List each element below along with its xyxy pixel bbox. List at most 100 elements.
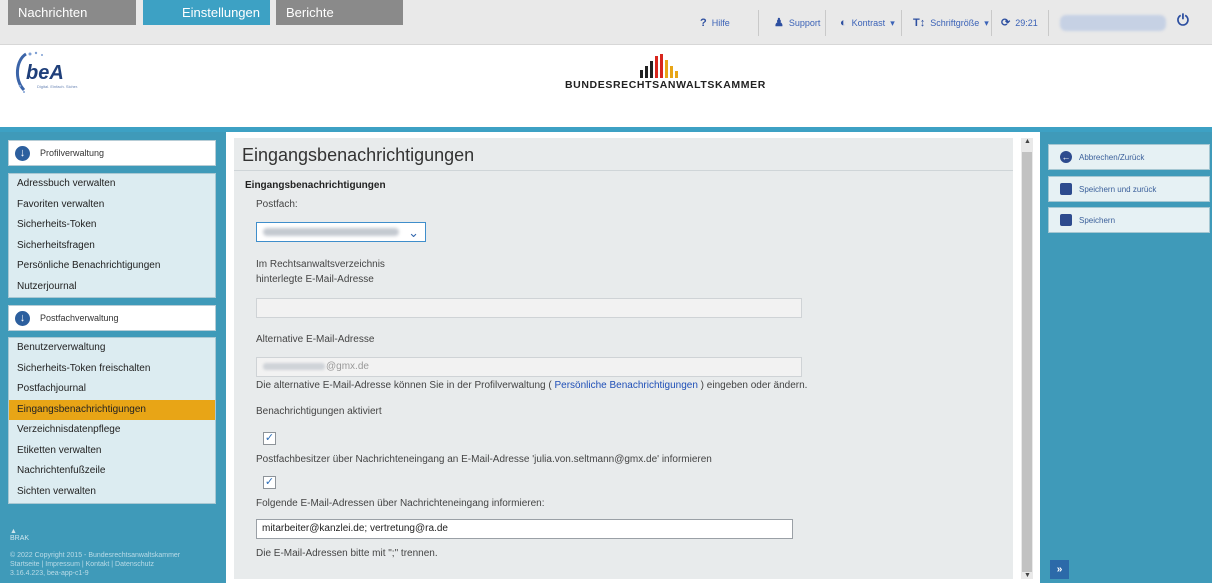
footer-links[interactable]: Startseite | Impressum | Kontakt | Daten…: [10, 560, 225, 569]
contrast-label: Kontrast: [851, 18, 886, 28]
scroll-down-icon[interactable]: ▼: [1024, 572, 1031, 579]
tab-einstellungen[interactable]: Einstellungen: [143, 0, 270, 25]
arrow-left-icon: ←: [1060, 151, 1072, 163]
sidebar-item-sicherheits-token[interactable]: Sicherheits-Token: [9, 215, 215, 236]
page-title: Eingangsbenachrichtigungen: [242, 145, 475, 165]
save-icon: [1060, 183, 1072, 195]
alt-email-domain: @gmx.de: [326, 361, 369, 372]
group-title: Profilverwaltung: [40, 148, 105, 158]
alt-email-hint: Die alternative E-Mail-Adresse können Si…: [256, 380, 807, 391]
support-icon: ♟: [774, 16, 784, 29]
group-header-postfachverwaltung[interactable]: ↓ Postfachverwaltung: [8, 305, 216, 331]
divider: [901, 10, 902, 36]
save-and-back-button[interactable]: Speichern und zurück: [1048, 176, 1210, 202]
sidebar-item-favoriten[interactable]: Favoriten verwalten: [9, 195, 215, 216]
bea-logo-subtitle: Digital. Einfach. Sicher.: [37, 84, 79, 89]
support-button[interactable]: ♟ Support: [774, 14, 820, 32]
personal-notifications-link[interactable]: Persönliche Benachrichtigungen: [554, 380, 697, 391]
sidebar-item-benutzerverwaltung[interactable]: Benutzerverwaltung: [9, 338, 215, 359]
chamber-name: BUNDESRECHTSANWALTSKAMMER: [565, 79, 766, 91]
sidebar-item-postfachjournal[interactable]: Postfachjournal: [9, 379, 215, 400]
save-and-back-label: Speichern und zurück: [1079, 184, 1157, 194]
tab-label: Einstellungen: [181, 5, 260, 20]
mailbox-selected-value: [263, 228, 399, 236]
tab-berichte[interactable]: Berichte: [276, 0, 403, 25]
recipients-hint: Die E-Mail-Adressen bitte mit ";" trenne…: [256, 548, 438, 559]
sidebar-item-token-freischalten[interactable]: Sicherheits-Token freischalten: [9, 359, 215, 380]
registry-email-field: [256, 298, 802, 318]
font-size-icon: T↕: [913, 16, 926, 29]
save-button[interactable]: Speichern: [1048, 207, 1210, 233]
brak-small-logo-mark: ▲: [10, 528, 17, 535]
contrast-icon: ◐: [840, 16, 847, 29]
group-list-profilverwaltung: Adressbuch verwalten Favoriten verwalten…: [8, 173, 216, 298]
sidebar-item-sichten[interactable]: Sichten verwalten: [9, 482, 215, 503]
registry-email-label-2: hinterlegte E-Mail-Adresse: [256, 274, 374, 285]
owner-notify-checkbox[interactable]: ✓: [263, 432, 276, 445]
brak-logo: BUNDESRECHTSANWALTSKAMMER: [565, 52, 766, 92]
session-timer: 29:21: [1015, 18, 1038, 28]
copyright: © 2022 Copyright 2015 - Bundesrechtsanwa…: [10, 552, 181, 559]
chevron-down-icon: ⌄: [408, 225, 419, 240]
hint-text: ) eingeben oder ändern.: [697, 380, 808, 391]
recipients-input[interactable]: mitarbeiter@kanzlei.de; vertretung@ra.de: [256, 519, 793, 539]
tab-label: Nachrichten: [18, 5, 88, 20]
save-label: Speichern: [1079, 215, 1116, 225]
power-icon[interactable]: ⏻: [1177, 12, 1189, 29]
help-button[interactable]: ? Hilfe: [700, 14, 730, 32]
divider: [758, 10, 759, 36]
brak-small-logo-text: BRAK: [10, 535, 30, 542]
version: 3.16.4.223, bea-app-c1-9: [10, 570, 89, 577]
back-button[interactable]: ← Abbrechen/Zurück: [1048, 144, 1210, 170]
hint-text: Die alternative E-Mail-Adresse können Si…: [256, 380, 555, 391]
session-refresh-button[interactable]: ⟳ 29:21: [1001, 14, 1038, 32]
contrast-button[interactable]: ◐ Kontrast ▾: [840, 14, 895, 32]
font-size-label: Schriftgröße: [930, 18, 980, 28]
recipients-label: Folgende E-Mail-Adressen über Nachrichte…: [256, 498, 545, 509]
registry-email-label: Im Rechtsanwaltsverzeichnis: [256, 259, 385, 270]
notifications-label: Benachrichtigungen aktiviert: [256, 406, 382, 417]
arrow-down-icon: ↓: [15, 310, 30, 326]
owner-notify-text: Postfachbesitzer über Nachrichteneingang…: [256, 454, 712, 465]
sidebar-item-eingangsbenachrichtigungen[interactable]: Eingangsbenachrichtigungen: [9, 399, 215, 420]
chevron-down-icon: ▾: [984, 17, 989, 28]
mailbox-select[interactable]: ⌄: [256, 222, 426, 242]
sidebar-item-adressbuch[interactable]: Adressbuch verwalten: [9, 174, 215, 195]
expand-panel-button[interactable]: »: [1050, 560, 1069, 579]
group-list-postfachverwaltung: Benutzerverwaltung Sicherheits-Token fre…: [8, 337, 216, 504]
arrow-down-icon: ↓: [15, 145, 30, 161]
back-label: Abbrechen/Zurück: [1079, 152, 1145, 162]
divider: [1048, 10, 1049, 36]
sidebar-item-persoenliche-benachrichtigungen[interactable]: Persönliche Benachrichtigungen: [9, 256, 215, 277]
scroll-up-icon[interactable]: ▲: [1024, 138, 1031, 145]
user-name: [1060, 15, 1166, 31]
sidebar-item-etiketten[interactable]: Etiketten verwalten: [9, 441, 215, 462]
alt-email-field: @gmx.de: [256, 357, 802, 377]
divider: [825, 10, 826, 36]
save-icon: [1060, 214, 1072, 226]
divider: [991, 10, 992, 36]
scrollbar-thumb[interactable]: [1022, 152, 1032, 572]
footer: © 2022 Copyright 2015 - Bundesrechtsanwa…: [10, 551, 225, 578]
brak-logo-bars: [640, 54, 678, 78]
brak-small-logo: ▲ BRAK: [10, 528, 29, 542]
section-title: Eingangsbenachrichtigungen: [245, 180, 386, 191]
recipients-checkbox[interactable]: ✓: [263, 476, 276, 489]
help-label: Hilfe: [711, 18, 730, 28]
sidebar-item-sicherheitsfragen[interactable]: Sicherheitsfragen: [9, 236, 215, 257]
sidebar-item-nachrichtenfusszeile[interactable]: Nachrichtenfußzeile: [9, 461, 215, 482]
help-icon: ?: [700, 16, 707, 29]
alt-email-redacted: [263, 362, 325, 370]
chevron-down-icon: ▾: [890, 17, 895, 28]
support-label: Support: [788, 18, 821, 28]
tab-nachrichten[interactable]: Nachrichten: [8, 0, 136, 25]
sidebar: ↓ Profilverwaltung Adressbuch verwalten …: [0, 132, 226, 583]
alt-email-label: Alternative E-Mail-Adresse: [256, 334, 375, 345]
content-panel: Eingangsbenachrichtigungen Eingangsbenac…: [234, 138, 1013, 579]
sidebar-item-nutzerjournal[interactable]: Nutzerjournal: [9, 277, 215, 298]
sidebar-item-verzeichnisdatenpflege[interactable]: Verzeichnisdatenpflege: [9, 420, 215, 441]
group-header-profilverwaltung[interactable]: ↓ Profilverwaltung: [8, 140, 216, 166]
font-size-button[interactable]: T↕ Schriftgröße ▾: [913, 14, 989, 32]
group-title: Postfachverwaltung: [40, 313, 119, 323]
divider: [234, 170, 1013, 171]
